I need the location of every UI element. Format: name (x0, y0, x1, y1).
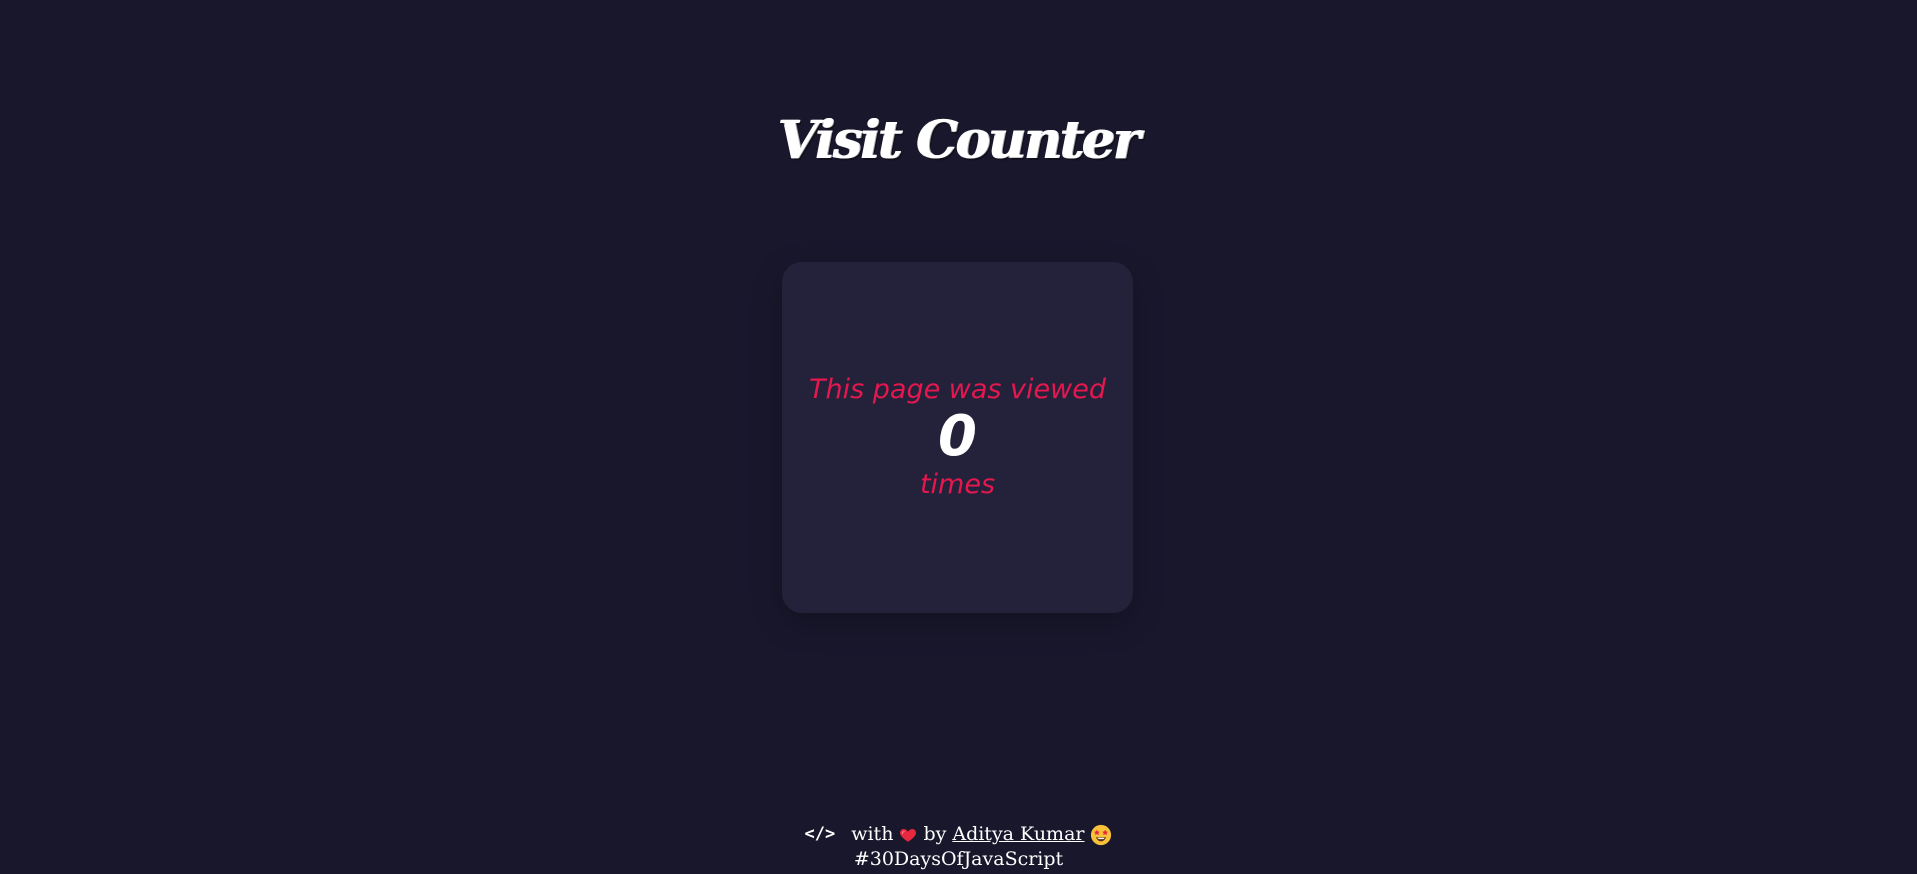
star-struck-emoji-icon (1090, 824, 1112, 846)
viewed-suffix-text: times (919, 468, 996, 500)
viewed-prefix-text: This page was viewed (809, 373, 1106, 405)
footer-credit-line: </> with by Aditya Kumar (0, 822, 1917, 847)
footer-with-text: with (851, 823, 894, 845)
code-icon: </> (804, 824, 836, 844)
author-link[interactable]: Aditya Kumar (952, 822, 1084, 847)
heart-icon (899, 826, 917, 844)
page-title: Visit Counter (778, 110, 1141, 171)
counter-card: This page was viewed 0 times (782, 262, 1133, 613)
footer-by-text: by (923, 823, 947, 845)
page: Visit Counter This page was viewed 0 tim… (0, 0, 1917, 874)
hashtag-text: #30DaysOfJavaScript (853, 848, 1064, 870)
footer: </> with by Aditya Kumar #30DaysOfJavaSc… (0, 822, 1917, 872)
visit-count: 0 (938, 404, 977, 470)
